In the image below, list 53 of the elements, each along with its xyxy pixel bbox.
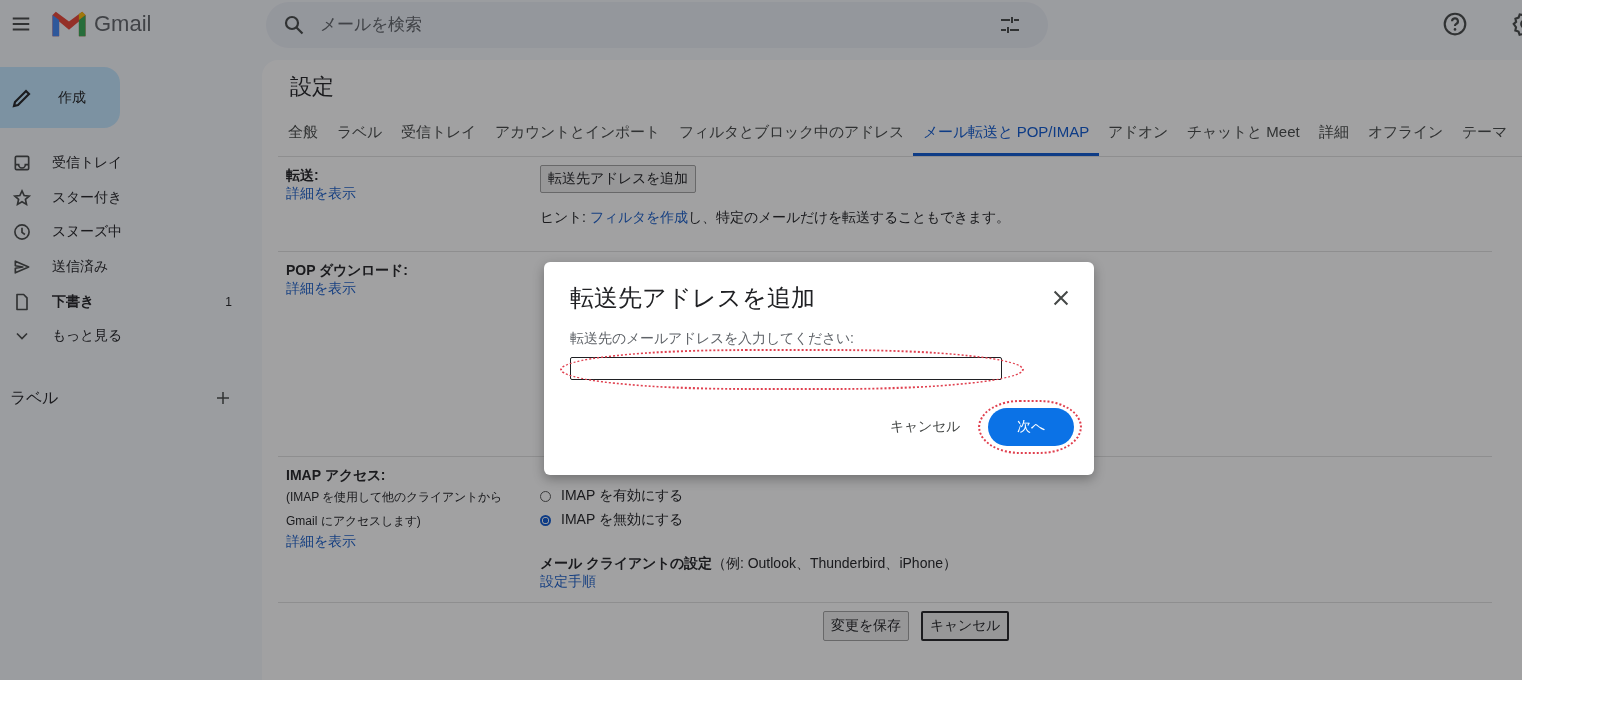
option-label: IMAP を無効にする xyxy=(561,511,683,529)
cancel-button[interactable]: キャンセル xyxy=(890,412,960,442)
nav-item[interactable]: 下書き 1 xyxy=(0,284,262,319)
nav-item[interactable]: 送信済み xyxy=(0,249,262,285)
inbox-icon xyxy=(12,153,32,174)
section-description: (IMAP を使用して他のクライアントから Gmail にアクセスします) xyxy=(286,489,504,530)
star-icon xyxy=(12,187,32,208)
settings-tab[interactable]: ラベル xyxy=(327,116,391,156)
settings-tab[interactable]: 受信トレイ xyxy=(391,116,485,156)
settings-tab[interactable]: アカウントとインポート xyxy=(485,116,669,156)
search-icon xyxy=(282,13,306,37)
section-label: POP ダウンロード: xyxy=(286,262,409,280)
field-label: 転送先のメールアドレスを入力してください: xyxy=(570,330,855,348)
settings-tab[interactable]: 全般 xyxy=(278,116,327,156)
nav-item[interactable]: もっと見る xyxy=(0,318,262,354)
section-label: IMAP アクセス: xyxy=(286,467,387,485)
envelope-logo-icon xyxy=(52,10,86,38)
option-label: IMAP を有効にする xyxy=(561,487,683,505)
clock-icon xyxy=(12,222,32,243)
details-link[interactable]: 詳細を表示 xyxy=(286,280,536,298)
cancel-button[interactable]: キャンセル xyxy=(921,611,1009,641)
radio-button[interactable] xyxy=(540,514,551,526)
details-link[interactable]: 詳細を表示 xyxy=(286,185,536,203)
add-forwarding-address-button[interactable]: 転送先アドレスを追加 xyxy=(540,165,696,193)
settings-tab[interactable]: オフライン xyxy=(1358,116,1453,156)
email-input-field[interactable] xyxy=(570,357,1002,380)
help-icon[interactable] xyxy=(1442,11,1468,37)
dialog-title: 転送先アドレスを追加 xyxy=(570,283,815,313)
save-button[interactable]: 変更を保存 xyxy=(823,611,909,641)
settings-tab[interactable]: テーマ xyxy=(1452,116,1517,156)
details-link[interactable]: 詳細を表示 xyxy=(286,533,536,551)
settings-tab[interactable]: アドオン xyxy=(1098,116,1178,156)
example-note: （例: Outlook、Thunderbird、iPhone） xyxy=(711,555,957,571)
setup-instructions-link[interactable]: 設定手順 xyxy=(540,573,596,589)
search-bar[interactable]: メールを検索 xyxy=(266,2,1048,48)
compose-button[interactable]: 作成 xyxy=(0,67,120,128)
nav-item[interactable]: 受信トレイ xyxy=(0,146,262,181)
labels-heading: ラベル xyxy=(10,387,58,408)
section-label: 転送: xyxy=(286,167,320,185)
search-field[interactable]: メールを検索 xyxy=(318,14,986,36)
create-filter-link[interactable]: フィルタを作成 xyxy=(589,209,688,225)
settings-tab[interactable]: フィルタとブロック中のアドレス xyxy=(669,116,913,156)
hint-text: ヒント: フィルタを作成 し、特定のメールだけを転送することもできます。 xyxy=(540,209,1011,227)
nav-item[interactable]: スヌーズ中 xyxy=(0,215,262,250)
app-name: Gmail xyxy=(94,11,152,37)
settings-tab[interactable]: メール転送と POP/IMAP xyxy=(913,116,1099,156)
nav-item[interactable]: スター付き xyxy=(0,180,262,216)
next-button[interactable]: 次へ xyxy=(988,408,1074,446)
page-title: 設定 xyxy=(289,73,335,101)
subsection-heading: メール クライアントの設定 xyxy=(540,555,712,571)
settings-tab[interactable]: 詳細 xyxy=(1309,116,1359,156)
unread-count: 1 xyxy=(225,294,232,309)
settings-tab[interactable]: チャットと Meet xyxy=(1177,116,1310,156)
